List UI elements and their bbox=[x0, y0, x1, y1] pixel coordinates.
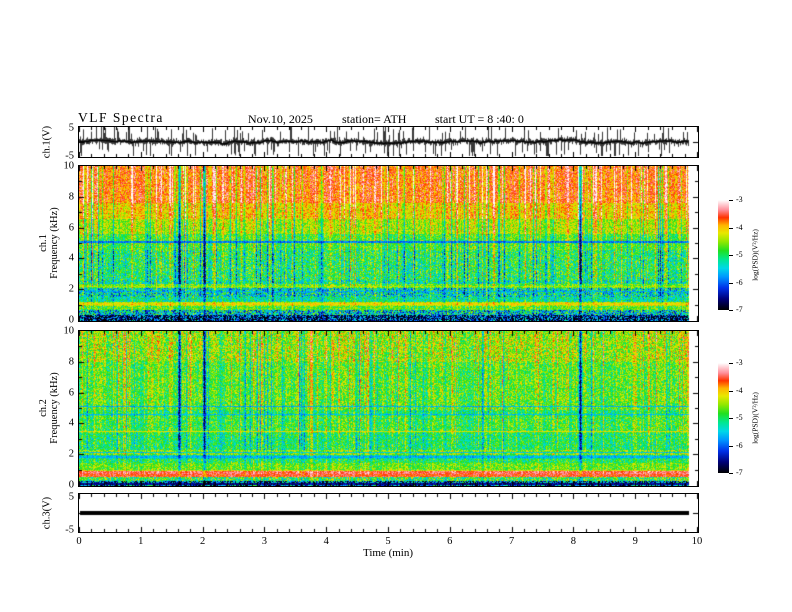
colorbar-ch2 bbox=[718, 363, 729, 473]
ch1-freq-axis-label: ch.1 Frequency (kHz) bbox=[38, 207, 60, 279]
vlf-spectra-figure: VLF Spectra Nov.10, 2025 station= ATH st… bbox=[0, 0, 792, 612]
spec1-freq-tick-label-10: 10 bbox=[63, 160, 75, 172]
start-time-label: start UT = 8 :40: 0 bbox=[435, 112, 524, 126]
date-label: Nov.10, 2025 bbox=[248, 112, 313, 126]
ch1-spectrogram-panel bbox=[78, 165, 699, 322]
spec1-freq-tick-label-6: 6 bbox=[68, 222, 74, 234]
colorbar-ch1-tick-label--5: -5 bbox=[736, 250, 743, 259]
time-tick-label-10: 10 bbox=[691, 536, 703, 547]
colorbar-ch2-tick bbox=[729, 363, 733, 364]
time-tick-label-3: 3 bbox=[261, 536, 268, 547]
colorbar-ch2-tick bbox=[729, 446, 733, 447]
colorbar-ch2-tick-label--6: -6 bbox=[736, 440, 743, 450]
colorbar-ch1-tick-label--6: -6 bbox=[736, 277, 743, 287]
colorbar-ch1-tick bbox=[729, 255, 733, 256]
ch2-spectrogram-canvas bbox=[79, 331, 698, 486]
colorbar-ch2-tick-label--7: -7 bbox=[736, 468, 743, 477]
wave-ytick-minus5: -5 bbox=[65, 150, 74, 162]
spec2-freq-tick-label-6: 6 bbox=[68, 387, 74, 399]
ch2-spectrogram-panel bbox=[78, 330, 699, 487]
time-tick-label-9: 9 bbox=[632, 536, 638, 547]
spec1-freq-tick-label-4: 4 bbox=[68, 252, 74, 264]
time-tick-label-5: 5 bbox=[385, 536, 391, 547]
colorbar-ch2-tick bbox=[729, 391, 733, 392]
colorbar-ch1-tick bbox=[729, 283, 733, 284]
colorbar-ch2-tick bbox=[729, 473, 733, 474]
time-tick-label-6: 6 bbox=[447, 536, 453, 547]
colorbar-ch1-tick bbox=[729, 310, 733, 311]
time-tick-label-0: 0 bbox=[76, 536, 82, 547]
spec2-freq-tick-label-8: 8 bbox=[68, 356, 74, 368]
time-axis-label: Time (min) bbox=[362, 547, 414, 559]
colorbar-ch1-tick bbox=[729, 200, 733, 201]
colorbar-ch1 bbox=[718, 200, 729, 310]
spec2-freq-tick-label-2: 2 bbox=[68, 448, 74, 460]
colorbar-ch2-tick-label--3: -3 bbox=[736, 358, 743, 367]
ch3-waveform-panel bbox=[78, 493, 699, 533]
spec1-freq-tick-label-0: 0 bbox=[68, 314, 74, 326]
station-label: station= ATH bbox=[342, 112, 407, 126]
colorbar-ch2-title: log(PSD)(V²/Hz) bbox=[750, 392, 760, 444]
colorbar-ch1-tick-label--4: -4 bbox=[736, 222, 743, 232]
spec2-freq-tick-label-4: 4 bbox=[68, 417, 74, 429]
spec2-freq-tick-label-0: 0 bbox=[68, 479, 74, 491]
colorbar-ch1-tick bbox=[729, 228, 733, 229]
ch3-volt-axis-label: ch.3(V) bbox=[41, 496, 53, 530]
time-tick-label-2: 2 bbox=[199, 536, 206, 547]
ch1-waveform-canvas bbox=[79, 127, 698, 157]
ch1-spectrogram-canvas bbox=[79, 166, 698, 321]
spec2-freq-tick-label-10: 10 bbox=[63, 325, 75, 337]
ch3-ytick-minus5: -5 bbox=[65, 524, 74, 536]
time-tick-label-8: 8 bbox=[570, 536, 577, 547]
spec1-freq-tick-label-8: 8 bbox=[68, 191, 74, 203]
time-tick-label-4: 4 bbox=[323, 536, 329, 547]
colorbar-ch1-title: log(PSD)(V²/Hz) bbox=[750, 229, 760, 281]
colorbar-ch2-tick-label--4: -4 bbox=[736, 385, 743, 395]
ch3-ytick-5: 5 bbox=[68, 491, 74, 503]
figure-title: VLF Spectra bbox=[78, 110, 164, 125]
ch3-waveform-canvas bbox=[79, 494, 698, 532]
colorbar-ch1-tick-label--7: -7 bbox=[736, 305, 743, 314]
ch1-volt-axis-label: ch.1(V) bbox=[41, 125, 53, 159]
time-tick-label-1: 1 bbox=[138, 536, 144, 547]
wave-ytick-5: 5 bbox=[68, 122, 74, 134]
time-tick-label-7: 7 bbox=[508, 536, 515, 547]
ch2-freq-axis-label: ch.2 Frequency (kHz) bbox=[38, 372, 60, 444]
colorbar-ch1-tick-label--3: -3 bbox=[736, 195, 743, 204]
spec1-freq-tick-label-2: 2 bbox=[68, 283, 74, 295]
ch1-waveform-panel bbox=[78, 126, 699, 158]
colorbar-ch2-tick bbox=[729, 418, 733, 419]
colorbar-ch2-tick-label--5: -5 bbox=[736, 413, 743, 422]
